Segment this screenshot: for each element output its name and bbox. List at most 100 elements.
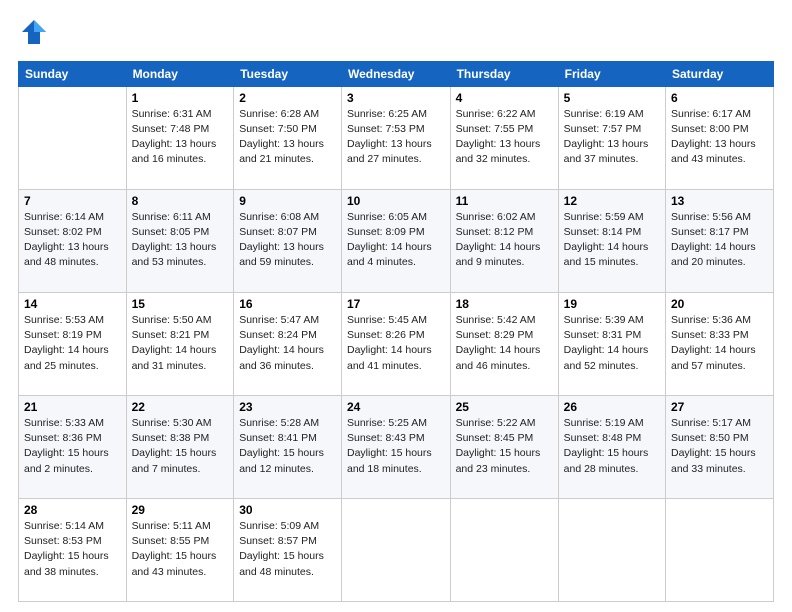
calendar-cell: 15 Sunrise: 5:50 AMSunset: 8:21 PMDayligh… [126,292,234,395]
day-info: Sunrise: 6:05 AMSunset: 8:09 PMDaylight:… [347,210,445,271]
calendar-cell: 22Sunrise: 5:30 AMSunset: 8:38 PMDayligh… [126,395,234,498]
calendar-header-row: SundayMondayTuesdayWednesdayThursdayFrid… [19,61,774,86]
day-info: Sunrise: 5:33 AMSunset: 8:36 PMDaylight:… [24,416,121,477]
day-number: 17 [347,297,445,311]
calendar-cell: 10 Sunrise: 6:05 AMSunset: 8:09 PMDayligh… [341,189,450,292]
calendar-cell: 8 Sunrise: 6:11 AMSunset: 8:05 PMDaylight… [126,189,234,292]
day-info: Sunrise: 5:59 AMSunset: 8:14 PMDaylight:… [564,210,660,271]
day-info: Sunrise: 6:02 AMSunset: 8:12 PMDaylight:… [456,210,553,271]
day-info: Sunrise: 6:08 AMSunset: 8:07 PMDaylight:… [239,210,336,271]
calendar-week-5: 28Sunrise: 5:14 AMSunset: 8:53 PMDayligh… [19,498,774,601]
calendar-cell: 29 Sunrise: 5:11 AMSunset: 8:55 PMDayligh… [126,498,234,601]
calendar-cell: 27Sunrise: 5:17 AMSunset: 8:50 PMDayligh… [666,395,774,498]
page: SundayMondayTuesdayWednesdayThursdayFrid… [0,0,792,612]
calendar-cell: 2Sunrise: 6:28 AMSunset: 7:50 PMDaylight… [234,86,342,189]
calendar-cell: 6 Sunrise: 6:17 AMSunset: 8:00 PMDaylight… [666,86,774,189]
day-info: Sunrise: 6:17 AMSunset: 8:00 PMDaylight:… [671,107,768,168]
day-number: 29 [132,503,229,517]
day-info: Sunrise: 5:09 AMSunset: 8:57 PMDaylight:… [239,519,336,580]
calendar-cell [450,498,558,601]
day-info: Sunrise: 5:22 AMSunset: 8:45 PMDaylight:… [456,416,553,477]
calendar-cell: 21 Sunrise: 5:33 AMSunset: 8:36 PMDayligh… [19,395,127,498]
day-number: 15 [132,297,229,311]
header [18,18,774,51]
day-info: Sunrise: 6:11 AMSunset: 8:05 PMDaylight:… [132,210,229,271]
calendar-cell: 23 Sunrise: 5:28 AMSunset: 8:41 PMDayligh… [234,395,342,498]
day-info: Sunrise: 6:19 AMSunset: 7:57 PMDaylight:… [564,107,660,168]
day-number: 8 [132,194,229,208]
day-number: 7 [24,194,121,208]
calendar-week-4: 21 Sunrise: 5:33 AMSunset: 8:36 PMDayligh… [19,395,774,498]
calendar-cell [19,86,127,189]
day-header-wednesday: Wednesday [341,61,450,86]
calendar-cell: 9Sunrise: 6:08 AMSunset: 8:07 PMDaylight… [234,189,342,292]
day-header-thursday: Thursday [450,61,558,86]
day-number: 18 [456,297,553,311]
day-number: 23 [239,400,336,414]
day-header-monday: Monday [126,61,234,86]
calendar-cell: 4 Sunrise: 6:22 AMSunset: 7:55 PMDaylight… [450,86,558,189]
calendar-table: SundayMondayTuesdayWednesdayThursdayFrid… [18,61,774,602]
day-number: 3 [347,91,445,105]
day-number: 30 [239,503,336,517]
logo-icon [20,18,48,46]
calendar-week-2: 7 Sunrise: 6:14 AMSunset: 8:02 PMDaylight… [19,189,774,292]
day-number: 20 [671,297,768,311]
day-number: 26 [564,400,660,414]
day-number: 11 [456,194,553,208]
day-number: 4 [456,91,553,105]
day-info: Sunrise: 5:25 AMSunset: 8:43 PMDaylight:… [347,416,445,477]
logo [18,18,48,51]
day-info: Sunrise: 5:45 AMSunset: 8:26 PMDaylight:… [347,313,445,374]
calendar-cell: 30 Sunrise: 5:09 AMSunset: 8:57 PMDayligh… [234,498,342,601]
day-info: Sunrise: 5:39 AMSunset: 8:31 PMDaylight:… [564,313,660,374]
calendar-cell: 12 Sunrise: 5:59 AMSunset: 8:14 PMDayligh… [558,189,665,292]
day-number: 24 [347,400,445,414]
day-info: Sunrise: 6:31 AMSunset: 7:48 PMDaylight:… [132,107,229,168]
day-number: 27 [671,400,768,414]
day-number: 22 [132,400,229,414]
day-number: 21 [24,400,121,414]
day-number: 16 [239,297,336,311]
calendar-cell: 11 Sunrise: 6:02 AMSunset: 8:12 PMDayligh… [450,189,558,292]
calendar-cell: 24 Sunrise: 5:25 AMSunset: 8:43 PMDayligh… [341,395,450,498]
day-header-saturday: Saturday [666,61,774,86]
day-number: 25 [456,400,553,414]
calendar-cell: 18Sunrise: 5:42 AMSunset: 8:29 PMDayligh… [450,292,558,395]
day-number: 6 [671,91,768,105]
day-number: 19 [564,297,660,311]
logo-text [18,18,48,51]
calendar-cell: 16Sunrise: 5:47 AMSunset: 8:24 PMDayligh… [234,292,342,395]
calendar-week-3: 14Sunrise: 5:53 AMSunset: 8:19 PMDayligh… [19,292,774,395]
day-info: Sunrise: 6:22 AMSunset: 7:55 PMDaylight:… [456,107,553,168]
day-info: Sunrise: 5:19 AMSunset: 8:48 PMDaylight:… [564,416,660,477]
calendar-cell [558,498,665,601]
day-info: Sunrise: 5:50 AMSunset: 8:21 PMDaylight:… [132,313,229,374]
day-info: Sunrise: 5:56 AMSunset: 8:17 PMDaylight:… [671,210,768,271]
day-info: Sunrise: 5:28 AMSunset: 8:41 PMDaylight:… [239,416,336,477]
day-number: 5 [564,91,660,105]
day-header-tuesday: Tuesday [234,61,342,86]
day-header-friday: Friday [558,61,665,86]
day-info: Sunrise: 6:14 AMSunset: 8:02 PMDaylight:… [24,210,121,271]
calendar-cell [666,498,774,601]
day-info: Sunrise: 6:28 AMSunset: 7:50 PMDaylight:… [239,107,336,168]
day-number: 13 [671,194,768,208]
calendar-cell: 13 Sunrise: 5:56 AMSunset: 8:17 PMDayligh… [666,189,774,292]
calendar-cell: 26 Sunrise: 5:19 AMSunset: 8:48 PMDayligh… [558,395,665,498]
day-number: 28 [24,503,121,517]
day-number: 10 [347,194,445,208]
day-number: 12 [564,194,660,208]
calendar-cell [341,498,450,601]
day-number: 1 [132,91,229,105]
day-info: Sunrise: 5:11 AMSunset: 8:55 PMDaylight:… [132,519,229,580]
day-info: Sunrise: 6:25 AMSunset: 7:53 PMDaylight:… [347,107,445,168]
calendar-cell: 20Sunrise: 5:36 AMSunset: 8:33 PMDayligh… [666,292,774,395]
calendar-cell: 28Sunrise: 5:14 AMSunset: 8:53 PMDayligh… [19,498,127,601]
calendar-cell: 25 Sunrise: 5:22 AMSunset: 8:45 PMDayligh… [450,395,558,498]
day-header-sunday: Sunday [19,61,127,86]
calendar-cell: 3 Sunrise: 6:25 AMSunset: 7:53 PMDaylight… [341,86,450,189]
calendar-cell: 7 Sunrise: 6:14 AMSunset: 8:02 PMDaylight… [19,189,127,292]
day-info: Sunrise: 5:53 AMSunset: 8:19 PMDaylight:… [24,313,121,374]
calendar-cell: 17 Sunrise: 5:45 AMSunset: 8:26 PMDayligh… [341,292,450,395]
